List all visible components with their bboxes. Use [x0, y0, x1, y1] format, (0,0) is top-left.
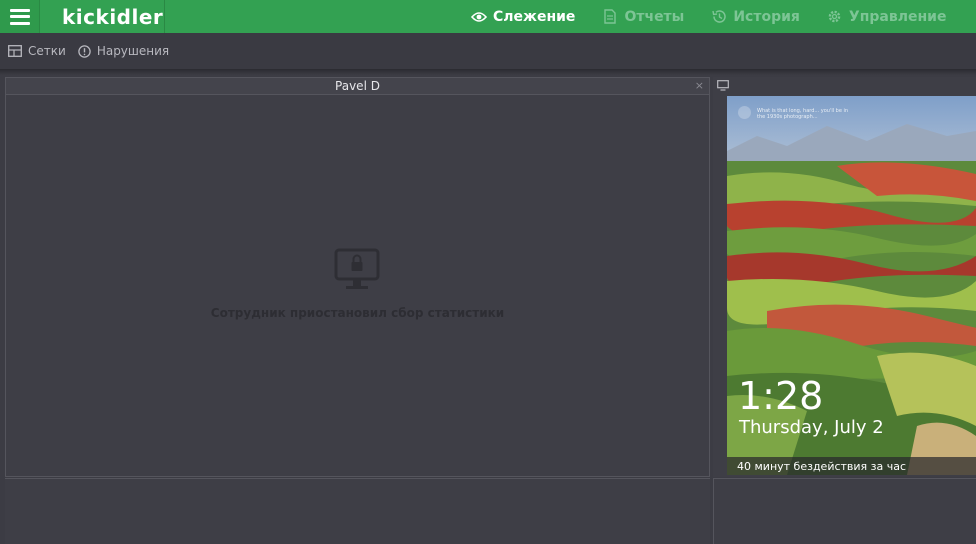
alert-icon — [78, 44, 91, 58]
empty-grid-cell — [5, 478, 710, 544]
monitor-icon — [717, 76, 729, 95]
nav-tracking[interactable]: Слежение — [470, 9, 575, 25]
nav-management-label: Управление — [848, 8, 947, 25]
violations-button[interactable]: Нарушения — [78, 44, 169, 58]
inactivity-caption: 40 минут бездействия за час — [727, 457, 976, 475]
grid-icon — [8, 45, 22, 57]
sub-toolbar: Сетки Нарушения — [0, 33, 976, 69]
employee-panel[interactable]: Pavel D × Сотрудник приостановил сбор ст… — [5, 77, 710, 477]
nav-reports[interactable]: Отчеты — [601, 9, 684, 25]
nav-history-label: История — [733, 8, 800, 25]
hamburger-icon — [9, 8, 30, 25]
screen-preview-panel[interactable]: What is that long, hard... you'll be in … — [713, 77, 976, 477]
panel-header — [713, 77, 976, 94]
main-nav: Слежение Отчеты История Управление — [470, 0, 972, 33]
grids-button[interactable]: Сетки — [8, 44, 66, 58]
locked-monitor-icon — [334, 248, 380, 296]
divider — [0, 69, 976, 75]
document-icon — [601, 9, 619, 25]
screenshot-thumbnail[interactable]: What is that long, hard... you'll be in … — [727, 96, 976, 475]
lock-screen-time: 1:28 — [738, 374, 824, 418]
nav-management[interactable]: Управление — [826, 8, 947, 25]
close-icon[interactable]: × — [695, 79, 704, 92]
divider — [164, 0, 165, 33]
panel-header: Pavel D × — [6, 78, 709, 95]
lock-screen-date: Thursday, July 2 — [739, 417, 884, 438]
nav-reports-label: Отчеты — [624, 8, 685, 25]
violations-label: Нарушения — [96, 44, 170, 58]
nav-history[interactable]: История — [710, 9, 800, 25]
grids-label: Сетки — [28, 44, 66, 58]
info-icon — [738, 106, 751, 119]
empty-grid-cell — [713, 478, 976, 544]
gear-icon — [826, 9, 844, 25]
history-icon — [710, 9, 728, 25]
logo: kickidler — [62, 4, 164, 29]
eye-icon — [470, 9, 488, 25]
menu-button[interactable] — [0, 0, 40, 33]
lock-screen-tip: What is that long, hard... you'll be in … — [757, 108, 849, 120]
status-message: Сотрудник приостановил сбор статистики — [210, 306, 505, 320]
nav-tracking-label: Слежение — [493, 8, 576, 25]
panel-title: Pavel D — [335, 79, 380, 93]
